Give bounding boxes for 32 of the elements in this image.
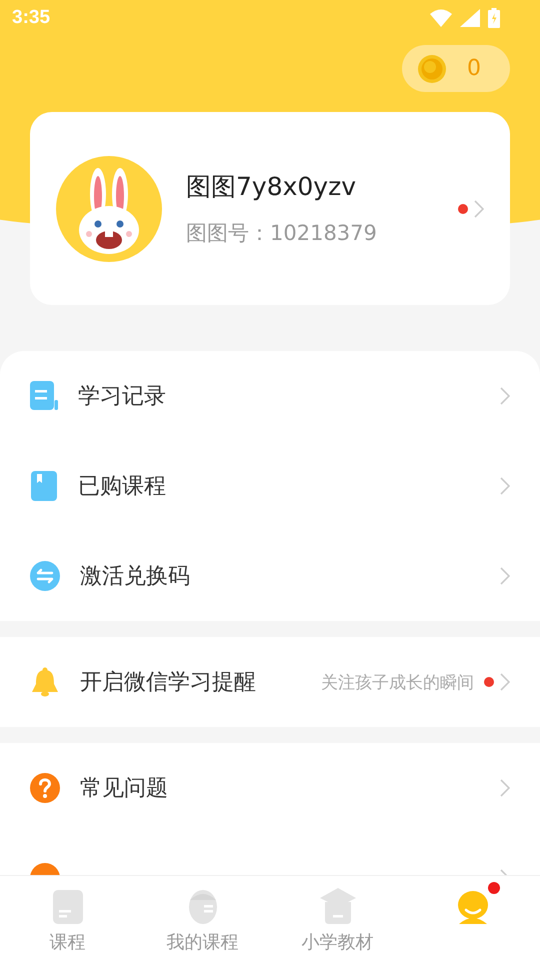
profile-card[interactable]: 图图7y8x0yzv 图图号：10218379	[30, 112, 510, 305]
wifi-icon	[430, 9, 452, 27]
rabbit-avatar-icon	[56, 156, 162, 262]
signal-icon	[460, 9, 480, 27]
question-icon	[30, 773, 60, 803]
bookmark-book-icon	[30, 471, 58, 501]
head-icon	[188, 888, 218, 924]
menu-label: 常见问题	[80, 775, 168, 803]
tab-label: 我的课程	[166, 931, 238, 954]
book-icon	[52, 890, 82, 924]
menu-item[interactable]: 开启微信学习提醒 关注孩子成长的瞬间	[0, 637, 540, 727]
tab-label: 课程	[50, 931, 86, 954]
battery-icon	[488, 8, 500, 28]
graduation-cap-icon	[320, 888, 356, 924]
menu-item[interactable]: 学习记录	[0, 351, 540, 441]
coin-icon	[417, 54, 447, 84]
menu-label: 学习记录	[78, 383, 166, 411]
menu-hint: 关注孩子成长的瞬间	[321, 672, 474, 694]
menu-label: 开启微信学习提醒	[80, 669, 256, 697]
swap-icon	[30, 561, 60, 591]
status-time: 3:35	[12, 7, 50, 29]
user-name: 图图7y8x0yzv	[186, 171, 358, 203]
menu-item[interactable]: 激活兑换码	[0, 531, 540, 621]
menu-label: 激活兑换码	[80, 563, 190, 591]
menu-label: 已购课程	[78, 473, 166, 501]
bell-icon	[30, 667, 60, 697]
document-icon	[30, 381, 58, 411]
smiley-icon	[456, 890, 490, 924]
user-id: 图图号：10218379	[186, 220, 378, 247]
menu-item[interactable]: 常见问题	[0, 743, 540, 833]
tab-label: 小学教材	[302, 931, 374, 954]
menu-item[interactable]: 已购课程	[0, 441, 540, 531]
